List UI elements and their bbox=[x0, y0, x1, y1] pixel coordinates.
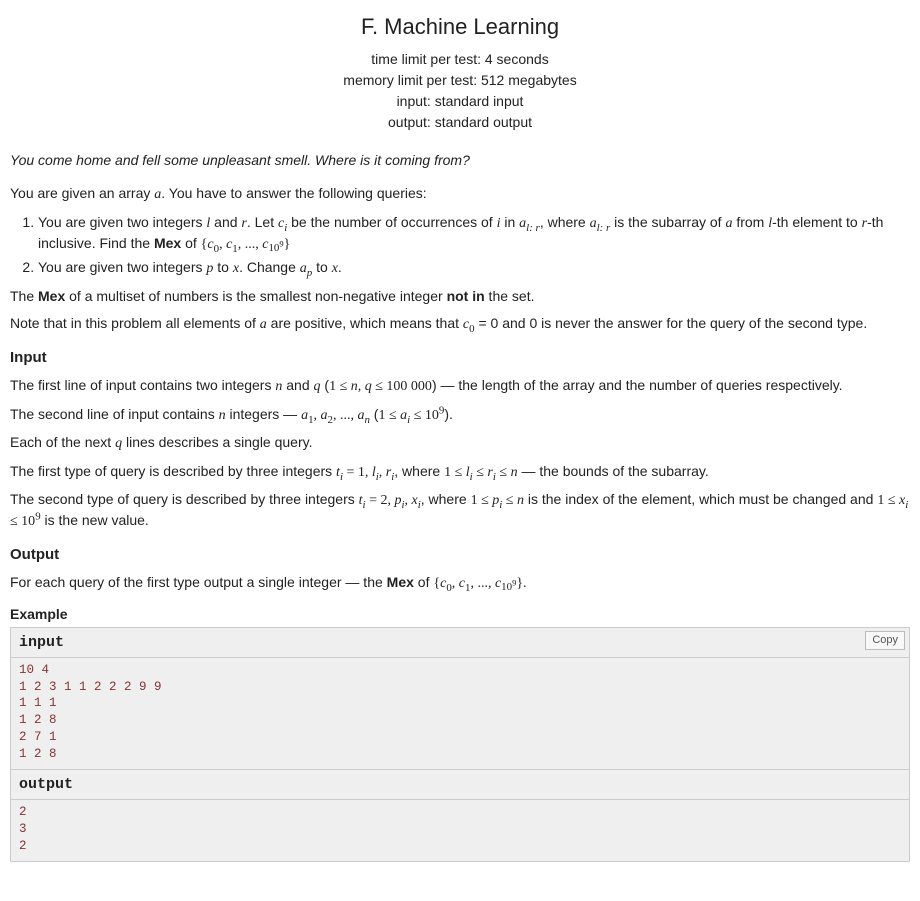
mex-definition: The Mex of a multiset of numbers is the … bbox=[10, 287, 910, 307]
output-section-title: Output bbox=[10, 544, 910, 565]
input-line-4: The first type of query is described by … bbox=[10, 462, 910, 483]
input-line-2: The second line of input contains n inte… bbox=[10, 405, 910, 426]
limits-block: time limit per test: 4 seconds memory li… bbox=[10, 49, 910, 133]
input-label: input bbox=[19, 634, 64, 651]
time-limit: time limit per test: 4 seconds bbox=[10, 49, 910, 70]
output-line-1: For each query of the first type output … bbox=[10, 573, 910, 594]
input-line-1: The first line of input contains two int… bbox=[10, 376, 910, 397]
query-1: You are given two integers l and r. Let … bbox=[38, 213, 910, 254]
query-2: You are given two integers p to x. Chang… bbox=[38, 258, 910, 279]
input-line-5: The second type of query is described by… bbox=[10, 490, 910, 531]
note: Note that in this problem all elements o… bbox=[10, 314, 910, 335]
input-section-title: Input bbox=[10, 347, 910, 368]
input-sample: 10 4 1 2 3 1 1 2 2 2 9 9 1 1 1 1 2 8 2 7… bbox=[11, 658, 909, 769]
problem-title: F. Machine Learning bbox=[10, 12, 910, 43]
input-mode: input: standard input bbox=[10, 91, 910, 112]
output-mode: output: standard output bbox=[10, 112, 910, 133]
input-line-3: Each of the next q lines describes a sin… bbox=[10, 433, 910, 454]
example-box: input Copy 10 4 1 2 3 1 1 2 2 2 9 9 1 1 … bbox=[10, 627, 910, 862]
output-label: output bbox=[19, 776, 73, 793]
output-sample: 2 3 2 bbox=[11, 800, 909, 861]
memory-limit: memory limit per test: 512 megabytes bbox=[10, 70, 910, 91]
epigraph: You come home and fell some unpleasant s… bbox=[10, 151, 910, 171]
example-title: Example bbox=[10, 605, 910, 625]
output-header: output bbox=[11, 769, 909, 800]
intro-paragraph: You are given an array a. You have to an… bbox=[10, 184, 910, 205]
query-list: You are given two integers l and r. Let … bbox=[10, 213, 910, 279]
copy-button[interactable]: Copy bbox=[865, 631, 905, 650]
input-header: input Copy bbox=[11, 628, 909, 658]
